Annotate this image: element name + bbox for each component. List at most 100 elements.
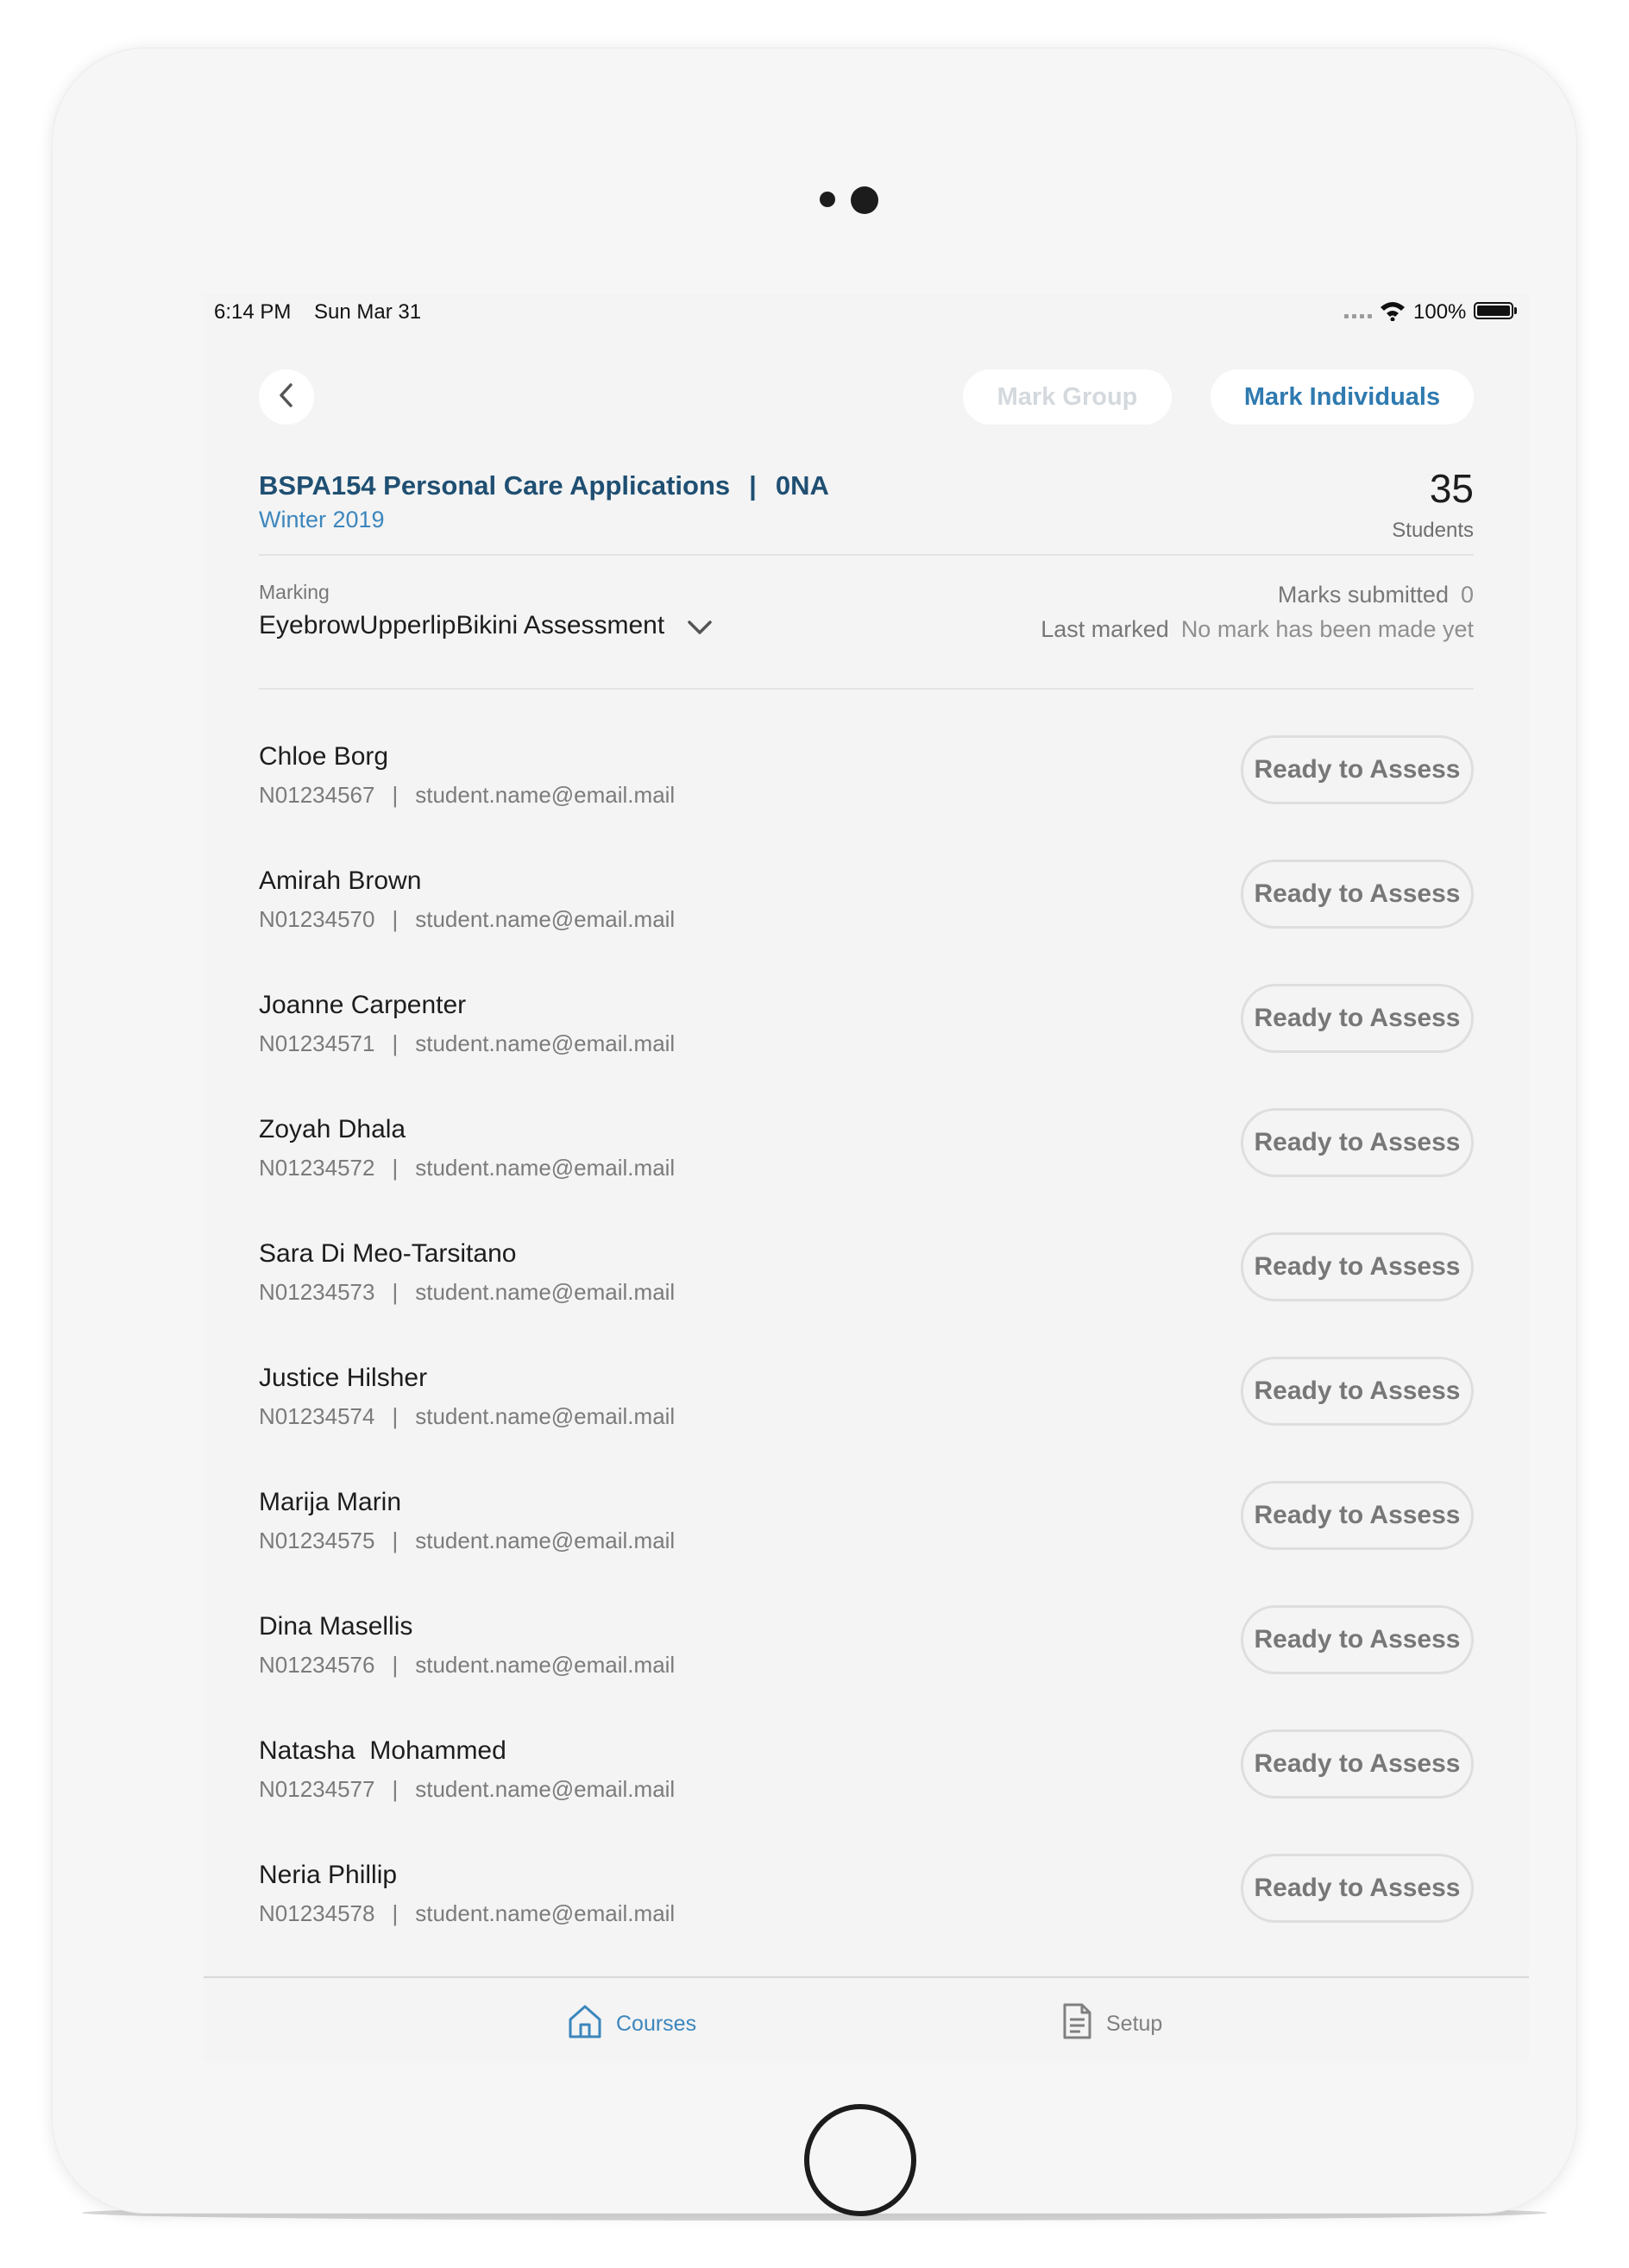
ready-to-assess-button[interactable]: Ready to Assess: [1241, 1232, 1474, 1301]
document-icon: [1060, 2002, 1106, 2046]
student-row: Neria Phillip N01234578 | student.name@ema…: [259, 1854, 1474, 1985]
student-email: student.name@email.mail: [415, 782, 676, 808]
camera-lens: [851, 186, 878, 214]
ready-to-assess-button[interactable]: Ready to Assess: [1241, 1108, 1474, 1177]
camera-sensor: [820, 192, 835, 207]
student-email: student.name@email.mail: [415, 1403, 676, 1429]
title-separator: |: [749, 470, 757, 501]
last-marked-value: No mark has been made yet: [1180, 616, 1474, 642]
student-details: N01234567 | student.name@email.mail: [259, 782, 676, 808]
student-name: Natasha Mohammed: [259, 1736, 506, 1765]
student-email: student.name@email.mail: [415, 1652, 676, 1678]
home-button[interactable]: [804, 2104, 916, 2216]
tab-setup-label: Setup: [1106, 2012, 1163, 2036]
tab-courses[interactable]: Courses: [566, 2002, 696, 2046]
header-divider: [259, 554, 1474, 556]
student-row: Chloe Borg N01234567 | student.name@email.…: [259, 735, 1474, 866]
student-count-label: Students: [1392, 519, 1474, 542]
student-row: Marija Marin N01234575 | student.name@emai…: [259, 1481, 1474, 1612]
student-details: N01234577 | student.name@email.mail: [259, 1776, 676, 1802]
tablet-device: 6:14 PM Sun Mar 31 100% Mark Group Mark …: [52, 47, 1577, 2216]
marks-submitted: Marks submitted 0: [1278, 582, 1474, 608]
student-row: Amirah Brown N01234570 | student.name@emai…: [259, 860, 1474, 991]
student-details: N01234571 | student.name@email.mail: [259, 1030, 676, 1056]
app-screen: 6:14 PM Sun Mar 31 100% Mark Group Mark …: [204, 293, 1529, 2061]
student-id: N01234578: [259, 1900, 375, 1926]
student-id: N01234573: [259, 1279, 375, 1305]
student-name: Joanne Carpenter: [259, 991, 467, 1019]
status-time: 6:14 PM: [214, 300, 292, 324]
student-details: N01234576 | student.name@email.mail: [259, 1652, 676, 1678]
wifi-icon: [1379, 300, 1406, 327]
marking-label: Marking: [259, 581, 330, 603]
assessment-selector[interactable]: EyebrowUpperlipBikini Assessment: [259, 609, 713, 642]
student-row: Dina Masellis N01234576 | student.name@ema…: [259, 1605, 1474, 1736]
ready-to-assess-button[interactable]: Ready to Assess: [1241, 860, 1474, 929]
marks-submitted-value: 0: [1460, 582, 1474, 608]
student-id: N01234577: [259, 1776, 375, 1802]
student-row: Sara Di Meo-Tarsitano N01234573 | student.…: [259, 1232, 1474, 1364]
student-id: N01234567: [259, 782, 375, 808]
student-email: student.name@email.mail: [415, 1030, 676, 1056]
cellular-signal-icon: [1344, 314, 1372, 318]
student-details: N01234574 | student.name@email.mail: [259, 1403, 676, 1429]
mark-group-button[interactable]: Mark Group: [963, 369, 1172, 425]
student-row: Zoyah Dhala N01234572 | student.name@email…: [259, 1108, 1474, 1239]
chevron-down-icon: [687, 613, 713, 642]
marking-divider: [259, 688, 1474, 690]
ready-to-assess-button[interactable]: Ready to Assess: [1241, 1481, 1474, 1550]
student-name: Chloe Borg: [259, 742, 389, 771]
student-id: N01234575: [259, 1528, 375, 1553]
student-email: student.name@email.mail: [415, 1900, 676, 1926]
student-name: Amirah Brown: [259, 866, 422, 895]
student-id: N01234570: [259, 906, 375, 932]
mark-individuals-button[interactable]: Mark Individuals: [1211, 369, 1474, 425]
student-name: Justice Hilsher: [259, 1364, 428, 1392]
battery-icon: [1474, 302, 1513, 319]
student-email: student.name@email.mail: [415, 1155, 676, 1181]
student-id: N01234572: [259, 1155, 375, 1181]
assessment-name: EyebrowUpperlipBikini Assessment: [259, 611, 665, 639]
student-email: student.name@email.mail: [415, 906, 676, 932]
student-list: Chloe Borg N01234567 | student.name@email.…: [259, 735, 1474, 1985]
student-email: student.name@email.mail: [415, 1279, 676, 1305]
student-id: N01234574: [259, 1403, 375, 1429]
student-email: student.name@email.mail: [415, 1528, 676, 1553]
ready-to-assess-button[interactable]: Ready to Assess: [1241, 1854, 1474, 1923]
student-name: Sara Di Meo-Tarsitano: [259, 1239, 517, 1268]
ready-to-assess-button[interactable]: Ready to Assess: [1241, 1357, 1474, 1426]
student-name: Neria Phillip: [259, 1861, 398, 1889]
marks-submitted-label: Marks submitted: [1277, 582, 1449, 608]
student-row: Justice Hilsher N01234574 | student.name@e…: [259, 1357, 1474, 1488]
student-details: N01234575 | student.name@email.mail: [259, 1528, 676, 1553]
battery-tip: [1514, 307, 1517, 314]
status-bar: 6:14 PM Sun Mar 31 100%: [204, 293, 1529, 328]
student-details: N01234573 | student.name@email.mail: [259, 1279, 676, 1305]
student-details: N01234572 | student.name@email.mail: [259, 1155, 676, 1181]
last-marked: Last marked No mark has been made yet: [1041, 616, 1474, 643]
last-marked-label: Last marked: [1041, 616, 1169, 642]
back-button[interactable]: [259, 369, 314, 425]
student-count: 35: [1429, 466, 1474, 511]
chevron-left-icon: [277, 382, 296, 413]
ready-to-assess-button[interactable]: Ready to Assess: [1241, 984, 1474, 1053]
ready-to-assess-button[interactable]: Ready to Assess: [1241, 1729, 1474, 1799]
tab-setup[interactable]: Setup: [1060, 2002, 1162, 2046]
student-name: Marija Marin: [259, 1488, 402, 1516]
course-term: Winter 2019: [259, 507, 385, 532]
student-email: student.name@email.mail: [415, 1776, 676, 1802]
student-id: N01234571: [259, 1030, 375, 1056]
student-details: N01234570 | student.name@email.mail: [259, 906, 676, 932]
student-row: Natasha Mohammed N01234577 | student.name@…: [259, 1729, 1474, 1861]
course-title: BSPA154 Personal Care Applications | 0NA: [259, 470, 829, 501]
student-name: Zoyah Dhala: [259, 1115, 406, 1143]
student-row: Joanne Carpenter N01234571 | student.name@…: [259, 984, 1474, 1115]
course-section: 0NA: [775, 470, 829, 501]
ready-to-assess-button[interactable]: Ready to Assess: [1241, 1605, 1474, 1674]
student-details: N01234578 | student.name@email.mail: [259, 1900, 676, 1926]
student-id: N01234576: [259, 1652, 375, 1678]
tab-courses-label: Courses: [616, 2012, 697, 2036]
tab-bar: Courses Setup: [204, 1976, 1529, 2061]
ready-to-assess-button[interactable]: Ready to Assess: [1241, 735, 1474, 804]
course-name: BSPA154 Personal Care Applications: [259, 470, 731, 501]
